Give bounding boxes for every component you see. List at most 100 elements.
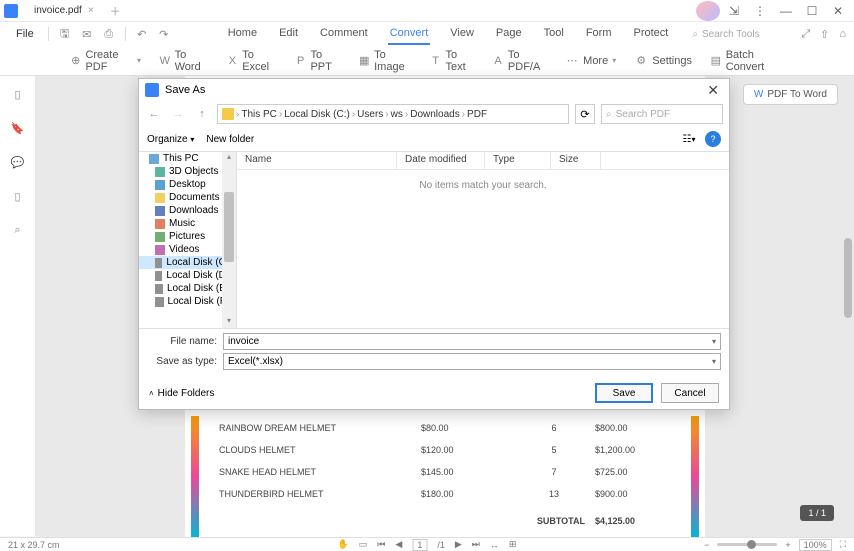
left-sidebar: ▯ 🔖 💬 ▯ ⌕ (0, 76, 36, 536)
prev-page-icon[interactable]: ◀ (395, 539, 402, 550)
pdf-to-word-button[interactable]: W PDF To Word (743, 84, 838, 105)
to-ppt-button[interactable]: PTo PPT (295, 49, 341, 73)
to-text-button[interactable]: TTo Text (430, 49, 474, 73)
comments-icon[interactable]: 💬 (10, 154, 26, 170)
hand-tool-icon[interactable]: ✋ (338, 539, 349, 550)
last-page-icon[interactable]: ⏭ (472, 539, 480, 550)
tab-comment[interactable]: Comment (318, 23, 370, 45)
to-image-button[interactable]: ▦To Image (358, 49, 411, 73)
window-minimize[interactable]: — (774, 1, 798, 21)
search-tools[interactable]: ⌕ Search Tools (692, 29, 759, 40)
to-word-button[interactable]: WTo Word (159, 49, 209, 73)
organize-button[interactable]: Organize ▾ (147, 134, 194, 145)
tab-view[interactable]: View (448, 23, 476, 45)
create-pdf-button[interactable]: ⊕Create PDF▾ (70, 49, 141, 73)
filename-input[interactable]: invoice (223, 333, 721, 350)
tab-form[interactable]: Form (584, 23, 614, 45)
bookmark-icon[interactable]: 🔖 (10, 120, 26, 136)
breadcrumb-segment[interactable]: PDF (467, 109, 487, 120)
attachments-icon[interactable]: ▯ (10, 188, 26, 204)
tab-protect[interactable]: Protect (631, 23, 670, 45)
zoom-slider[interactable] (717, 543, 777, 546)
breadcrumb-segment[interactable]: Local Disk (C:) (284, 109, 350, 120)
save-button[interactable]: Save (595, 383, 653, 403)
fit-width-icon[interactable]: ↔ (490, 540, 499, 550)
column-headers[interactable]: Name Date modified Type Size (237, 152, 729, 170)
to-excel-button[interactable]: XTo Excel (227, 49, 277, 73)
kebab-menu-icon[interactable]: ⋮ (748, 1, 772, 21)
redo-icon[interactable]: ↷ (154, 25, 174, 43)
more-button[interactable]: ⋯More▾ (565, 54, 616, 68)
dialog-app-icon (145, 83, 159, 97)
column-name[interactable]: Name (237, 152, 397, 169)
batch-convert-button[interactable]: ▤Batch Convert (710, 49, 784, 73)
batch-icon: ▤ (710, 54, 722, 68)
up-icon[interactable]: ↑ (193, 105, 211, 123)
tab-convert[interactable]: Convert (388, 23, 431, 45)
share-icon[interactable]: ⇲ (722, 1, 746, 21)
help-icon[interactable]: ? (705, 131, 721, 147)
first-page-icon[interactable]: ⏮ (377, 539, 385, 550)
search-input[interactable]: ⌕ Search PDF (601, 104, 723, 124)
column-date[interactable]: Date modified (397, 152, 485, 169)
dialog-toolbar: Organize ▾ New folder ☷ ▾ ? (139, 127, 729, 151)
cancel-button[interactable]: Cancel (661, 383, 719, 403)
view-options-icon[interactable]: ☷ ▾ (681, 131, 697, 147)
window-maximize[interactable]: ☐ (800, 1, 824, 21)
thumbnails-icon[interactable]: ▯ (10, 86, 26, 102)
file-menu[interactable]: File (8, 26, 42, 42)
print-icon[interactable]: ⎙ (99, 25, 119, 43)
dialog-close-icon[interactable]: ✕ (703, 82, 723, 99)
breadcrumb-segment[interactable]: Users (357, 109, 383, 120)
back-icon[interactable]: ← (145, 105, 163, 123)
next-page-icon[interactable]: ▶ (455, 539, 462, 550)
table-row: CLOUDS HELMET$120.005$1,200.00 (215, 440, 675, 460)
settings-button[interactable]: ⚙Settings (634, 54, 692, 68)
breadcrumb-segment[interactable]: Downloads (410, 109, 459, 120)
page-input[interactable]: 1 (412, 539, 427, 551)
fit-page-icon[interactable]: ⊞ (509, 539, 517, 550)
decorative-stripe (691, 416, 699, 537)
dialog-title: Save As (165, 84, 205, 96)
column-size[interactable]: Size (551, 152, 601, 169)
undo-icon[interactable]: ↶ (132, 25, 152, 43)
zoom-in-icon[interactable]: + (785, 540, 790, 550)
select-tool-icon[interactable]: ▭ (359, 539, 368, 550)
open-external-icon[interactable]: ⤢ (801, 28, 810, 41)
document-tab[interactable]: invoice.pdf × (24, 3, 104, 18)
folder-tree[interactable]: This PC3D ObjectsDesktopDocumentsDownloa… (139, 152, 237, 328)
chevron-up-icon: ˄ (149, 389, 154, 398)
breadcrumb[interactable]: ›This PC›Local Disk (C:)›Users›ws›Downlo… (217, 104, 569, 124)
home-icon[interactable]: ⌂ (839, 28, 846, 41)
search-panel-icon[interactable]: ⌕ (10, 222, 26, 238)
mail-icon[interactable]: ✉ (77, 25, 97, 43)
page-total: /1 (437, 540, 445, 550)
to-pdfa-button[interactable]: ATo PDF/A (492, 49, 547, 73)
zoom-out-icon[interactable]: − (704, 540, 709, 550)
tab-close-icon[interactable]: × (88, 5, 94, 16)
ai-icon[interactable] (696, 1, 720, 21)
column-type[interactable]: Type (485, 152, 551, 169)
window-close[interactable]: ✕ (826, 1, 850, 21)
saveas-type-select[interactable]: Excel(*.xlsx) (223, 353, 721, 370)
vertical-scrollbar[interactable] (844, 78, 852, 533)
forward-icon[interactable]: → (169, 105, 187, 123)
tree-scrollbar[interactable]: ▴▾ (222, 152, 236, 328)
breadcrumb-segment[interactable]: This PC (241, 109, 277, 120)
breadcrumb-segment[interactable]: ws (391, 109, 403, 120)
table-row: SNAKE HEAD HELMET$145.007$725.00 (215, 462, 675, 482)
zoom-value[interactable]: 100% (799, 539, 832, 551)
tab-tool[interactable]: Tool (542, 23, 566, 45)
tab-home[interactable]: Home (226, 23, 259, 45)
save-icon[interactable]: 🖫 (55, 25, 75, 43)
text-icon: T (430, 54, 442, 68)
page-indicator: 1 / 1 (800, 505, 834, 521)
tab-edit[interactable]: Edit (277, 23, 300, 45)
fullscreen-icon[interactable]: ⛶ (840, 539, 846, 550)
refresh-icon[interactable]: ⟳ (575, 104, 595, 124)
tab-page[interactable]: Page (494, 23, 524, 45)
new-folder-button[interactable]: New folder (206, 134, 254, 145)
new-tab-button[interactable]: ＋ (110, 3, 121, 19)
hide-folders-button[interactable]: ˄ Hide Folders (149, 388, 214, 399)
upload-icon[interactable]: ⇧ (820, 28, 829, 41)
